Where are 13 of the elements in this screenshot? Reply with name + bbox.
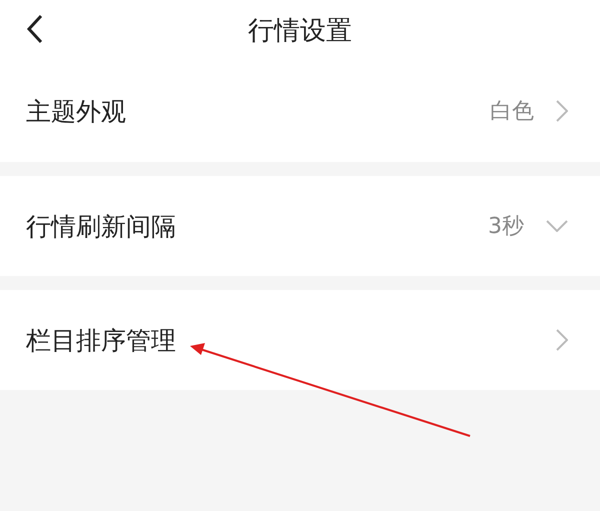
chevron-right-icon (556, 329, 568, 351)
back-icon[interactable] (26, 14, 44, 44)
setting-label: 主题外观 (26, 96, 126, 128)
settings-row[interactable]: 栏目排序管理 (0, 290, 600, 390)
setting-value: 3秒 (488, 213, 524, 241)
setting-label: 行情刷新间隔 (26, 210, 176, 242)
setting-value: 白色 (490, 98, 534, 126)
chevron-right-icon (556, 100, 568, 122)
chevron-down-icon (546, 220, 568, 232)
settings-row[interactable]: 主题外观 白色 (0, 60, 600, 162)
page-title: 行情设置 (248, 14, 352, 48)
setting-label: 栏目排序管理 (26, 324, 176, 356)
settings-row[interactable]: 行情刷新间隔 3秒 (0, 176, 600, 276)
